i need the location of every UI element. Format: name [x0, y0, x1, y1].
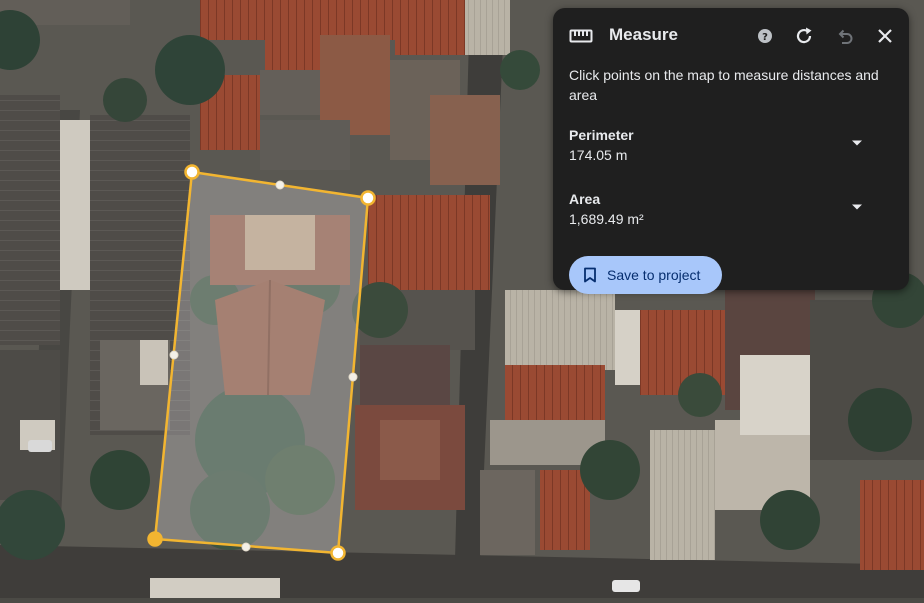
perimeter-label: Perimeter: [569, 127, 634, 143]
panel-title: Measure: [609, 25, 678, 44]
perimeter-dropdown-icon[interactable]: [851, 139, 863, 147]
perimeter-row[interactable]: Perimeter 174.05 m: [569, 126, 893, 170]
help-button[interactable]: ?: [751, 22, 779, 50]
measure-panel: Measure ? Click points on the map to mea…: [553, 8, 909, 294]
svg-text:?: ?: [762, 32, 768, 43]
measure-panel-header: Measure ?: [553, 8, 909, 64]
area-dropdown-icon[interactable]: [851, 203, 863, 211]
area-value: 1,689.49 m²: [569, 211, 644, 227]
save-to-project-button[interactable]: Save to project: [569, 256, 722, 294]
ruler-icon: [569, 29, 593, 43]
undo-button[interactable]: [831, 22, 859, 50]
area-label: Area: [569, 191, 601, 207]
undo-icon: [838, 29, 853, 44]
reset-button[interactable]: [790, 22, 818, 50]
area-row[interactable]: Area 1,689.49 m²: [569, 190, 893, 234]
perimeter-value: 174.05 m: [569, 147, 628, 163]
refresh-icon: [796, 27, 812, 44]
close-icon: [878, 29, 892, 43]
bookmark-icon: [584, 267, 596, 283]
help-icon: ?: [758, 29, 772, 43]
close-button[interactable]: [871, 22, 899, 50]
save-to-project-label: Save to project: [607, 267, 701, 283]
measure-instructions: Click points on the map to measure dista…: [569, 67, 879, 103]
